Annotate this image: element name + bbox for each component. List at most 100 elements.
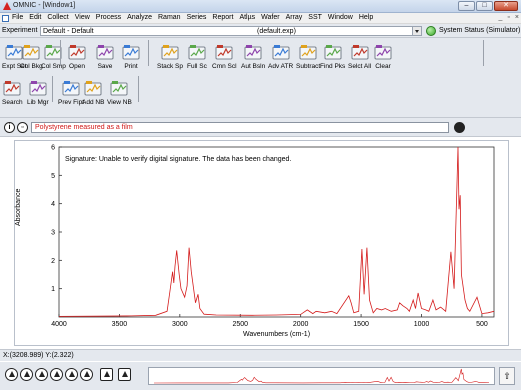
- toolbar-adv-atr-button[interactable]: Adv ATR: [268, 38, 293, 70]
- toolbar-label: Save: [97, 63, 113, 70]
- toolbar-label: Col Bkg: [20, 63, 43, 70]
- annotation-tool-icon[interactable]: [65, 368, 78, 381]
- cursor-readout: X:(3208.989) Y:(2.322): [3, 352, 74, 359]
- toolbar-stack-sp-button[interactable]: Stack Sp: [157, 38, 183, 70]
- y-tick-label: 5: [51, 173, 55, 180]
- printer-icon: [122, 44, 140, 60]
- menu-collect[interactable]: Collect: [47, 14, 68, 21]
- y-tick-label: 4: [51, 201, 55, 208]
- mdi-restore-button[interactable]: ▫: [507, 14, 509, 21]
- menu-series[interactable]: Series: [187, 14, 207, 21]
- mdi-minimize-button[interactable]: _: [499, 14, 503, 21]
- menu-help[interactable]: Help: [359, 14, 373, 21]
- toolbar-view-nb-button[interactable]: View NB: [107, 74, 132, 106]
- toolbar-label: Print: [124, 63, 138, 70]
- toolbar-label: Find Pks: [320, 63, 346, 70]
- menu-window[interactable]: Window: [328, 14, 353, 21]
- toolbar-prev-fipt-button[interactable]: Prev Fipt: [58, 74, 84, 106]
- menu-array[interactable]: Array: [286, 14, 303, 21]
- add-notebook-icon: [84, 80, 102, 96]
- menu-analyze[interactable]: Analyze: [127, 14, 152, 21]
- experiment-select[interactable]: Default - Default (default.exp): [40, 26, 422, 36]
- toolbar-col-bkg-button[interactable]: Col Bkg: [20, 38, 43, 70]
- toolbar-selct-all-button[interactable]: Selct All: [348, 38, 371, 70]
- menu-items: File Edit Collect View Process Analyze Raman Se…: [12, 14, 373, 21]
- spectrum-title-row: i ▫ Polystyrene measured as a film: [0, 118, 521, 137]
- menu-wafer[interactable]: Wafer: [261, 14, 279, 21]
- peak-area-tool-icon[interactable]: [50, 368, 63, 381]
- spectrum-line: [58, 146, 495, 317]
- chevron-down-icon[interactable]: [412, 27, 421, 35]
- clear-icon: [374, 44, 392, 60]
- overview-pane[interactable]: [148, 367, 495, 385]
- scroll-up-button[interactable]: ⇧: [499, 367, 515, 385]
- menu-raman[interactable]: Raman: [158, 14, 181, 21]
- toolbar-label: Adv ATR: [268, 63, 294, 70]
- menu-process[interactable]: Process: [96, 14, 121, 21]
- toolbar: Expt Set Col Bkg Col Smp Open Save Print Stack…: [0, 38, 521, 118]
- spectrum-chart[interactable]: 1 2 3 4 5 6 4000 3500 3000 2500 2000 1500 1000 500: [15, 141, 510, 347]
- spectrum-title: Polystyrene measured as a film: [35, 124, 133, 131]
- spectrum-info-icon[interactable]: ▫: [17, 122, 28, 133]
- spectrum-list-icon[interactable]: [454, 122, 465, 133]
- system-status-text[interactable]: System Status (Simulator): [439, 27, 520, 34]
- region-tool-icon[interactable]: [20, 368, 33, 381]
- experiment-file: (default.exp): [257, 28, 296, 35]
- toolbar-add-nb-button[interactable]: Add NB: [82, 74, 104, 106]
- menu-edit[interactable]: Edit: [29, 14, 41, 21]
- toolbar-label: Subtract: [296, 63, 321, 70]
- toolbar-label: Lib Mgr: [27, 99, 49, 106]
- peak-height-tool-icon[interactable]: [35, 368, 48, 381]
- subtract-icon: [299, 44, 317, 60]
- select-tool-icon[interactable]: [5, 368, 18, 381]
- toolbar-aut-bsln-button[interactable]: Aut Bsln: [241, 38, 265, 70]
- info-icon[interactable]: i: [4, 122, 15, 133]
- toolbar-label: Search: [2, 99, 23, 106]
- toolbar-label: Stack Sp: [157, 63, 184, 70]
- close-button[interactable]: ✕: [494, 1, 518, 11]
- toolbar-label: View NB: [107, 99, 132, 106]
- toolbar-label: Prev Fipt: [58, 99, 85, 106]
- toolbar-full-sc-button[interactable]: Full Sc: [187, 38, 207, 70]
- view-notebook-icon: [110, 80, 128, 96]
- toolbar-cmn-scl-button[interactable]: Cmn Scl: [212, 38, 237, 70]
- toolbar-col-smp-button[interactable]: Col Smp: [41, 38, 66, 70]
- y-tick-label: 2: [51, 258, 55, 265]
- common-scale-icon: [215, 44, 233, 60]
- menu-sst[interactable]: SST: [308, 14, 322, 21]
- library-manager-icon: [29, 80, 47, 96]
- spectrum-title-field[interactable]: Polystyrene measured as a film: [31, 122, 449, 133]
- x-tick-label: 3500: [112, 321, 128, 328]
- x-axis-title: Wavenumbers (cm-1): [243, 331, 311, 338]
- toolbar-print-button[interactable]: Print: [122, 38, 140, 70]
- toolbar-separator: [52, 76, 53, 102]
- toolbar-find-pks-button[interactable]: Find Pks: [320, 38, 345, 70]
- system-status-icon[interactable]: [426, 26, 436, 36]
- collect-background-icon: [22, 44, 40, 60]
- menu-atl-s[interactable]: Atlµs: [239, 14, 255, 21]
- restore-button[interactable]: □: [476, 1, 493, 11]
- spectrum-plot-pane[interactable]: 1 2 3 4 5 6 4000 3500 3000 2500 2000 1500 1000 500 Ab…: [14, 140, 509, 346]
- cursor-readout-bar: X:(3208.989) Y:(2.322): [0, 349, 521, 361]
- mdi-close-button[interactable]: ×: [515, 14, 519, 21]
- toolbar-subtract-button[interactable]: Subtract: [296, 38, 320, 70]
- toolbar-search-button[interactable]: Search: [2, 74, 23, 106]
- experiment-label: Experiment: [2, 27, 38, 34]
- menu-view[interactable]: View: [75, 14, 90, 21]
- minimize-button[interactable]: –: [458, 1, 475, 11]
- zoom-out-icon[interactable]: [118, 368, 131, 381]
- signature-warning: Signature: Unable to verify digital sign…: [65, 156, 292, 163]
- menu-file[interactable]: File: [12, 14, 23, 21]
- x-tick-label: 2000: [293, 321, 309, 328]
- overview-line: [153, 368, 490, 384]
- toolbar-open-button[interactable]: Open: [68, 38, 86, 70]
- toolbar-save-button[interactable]: Save: [96, 38, 114, 70]
- stack-spectra-icon: [161, 44, 179, 60]
- menu-report[interactable]: Report: [212, 14, 233, 21]
- toolbar-clear-button[interactable]: Clear: [374, 38, 392, 70]
- toolbar-lib-mgr-button[interactable]: Lib Mgr: [27, 74, 49, 106]
- zoom-in-icon[interactable]: [100, 368, 113, 381]
- toolbar-label: Col Smp: [41, 63, 66, 70]
- text-tool-icon[interactable]: [80, 368, 93, 381]
- toolbar-label: Aut Bsln: [241, 63, 266, 70]
